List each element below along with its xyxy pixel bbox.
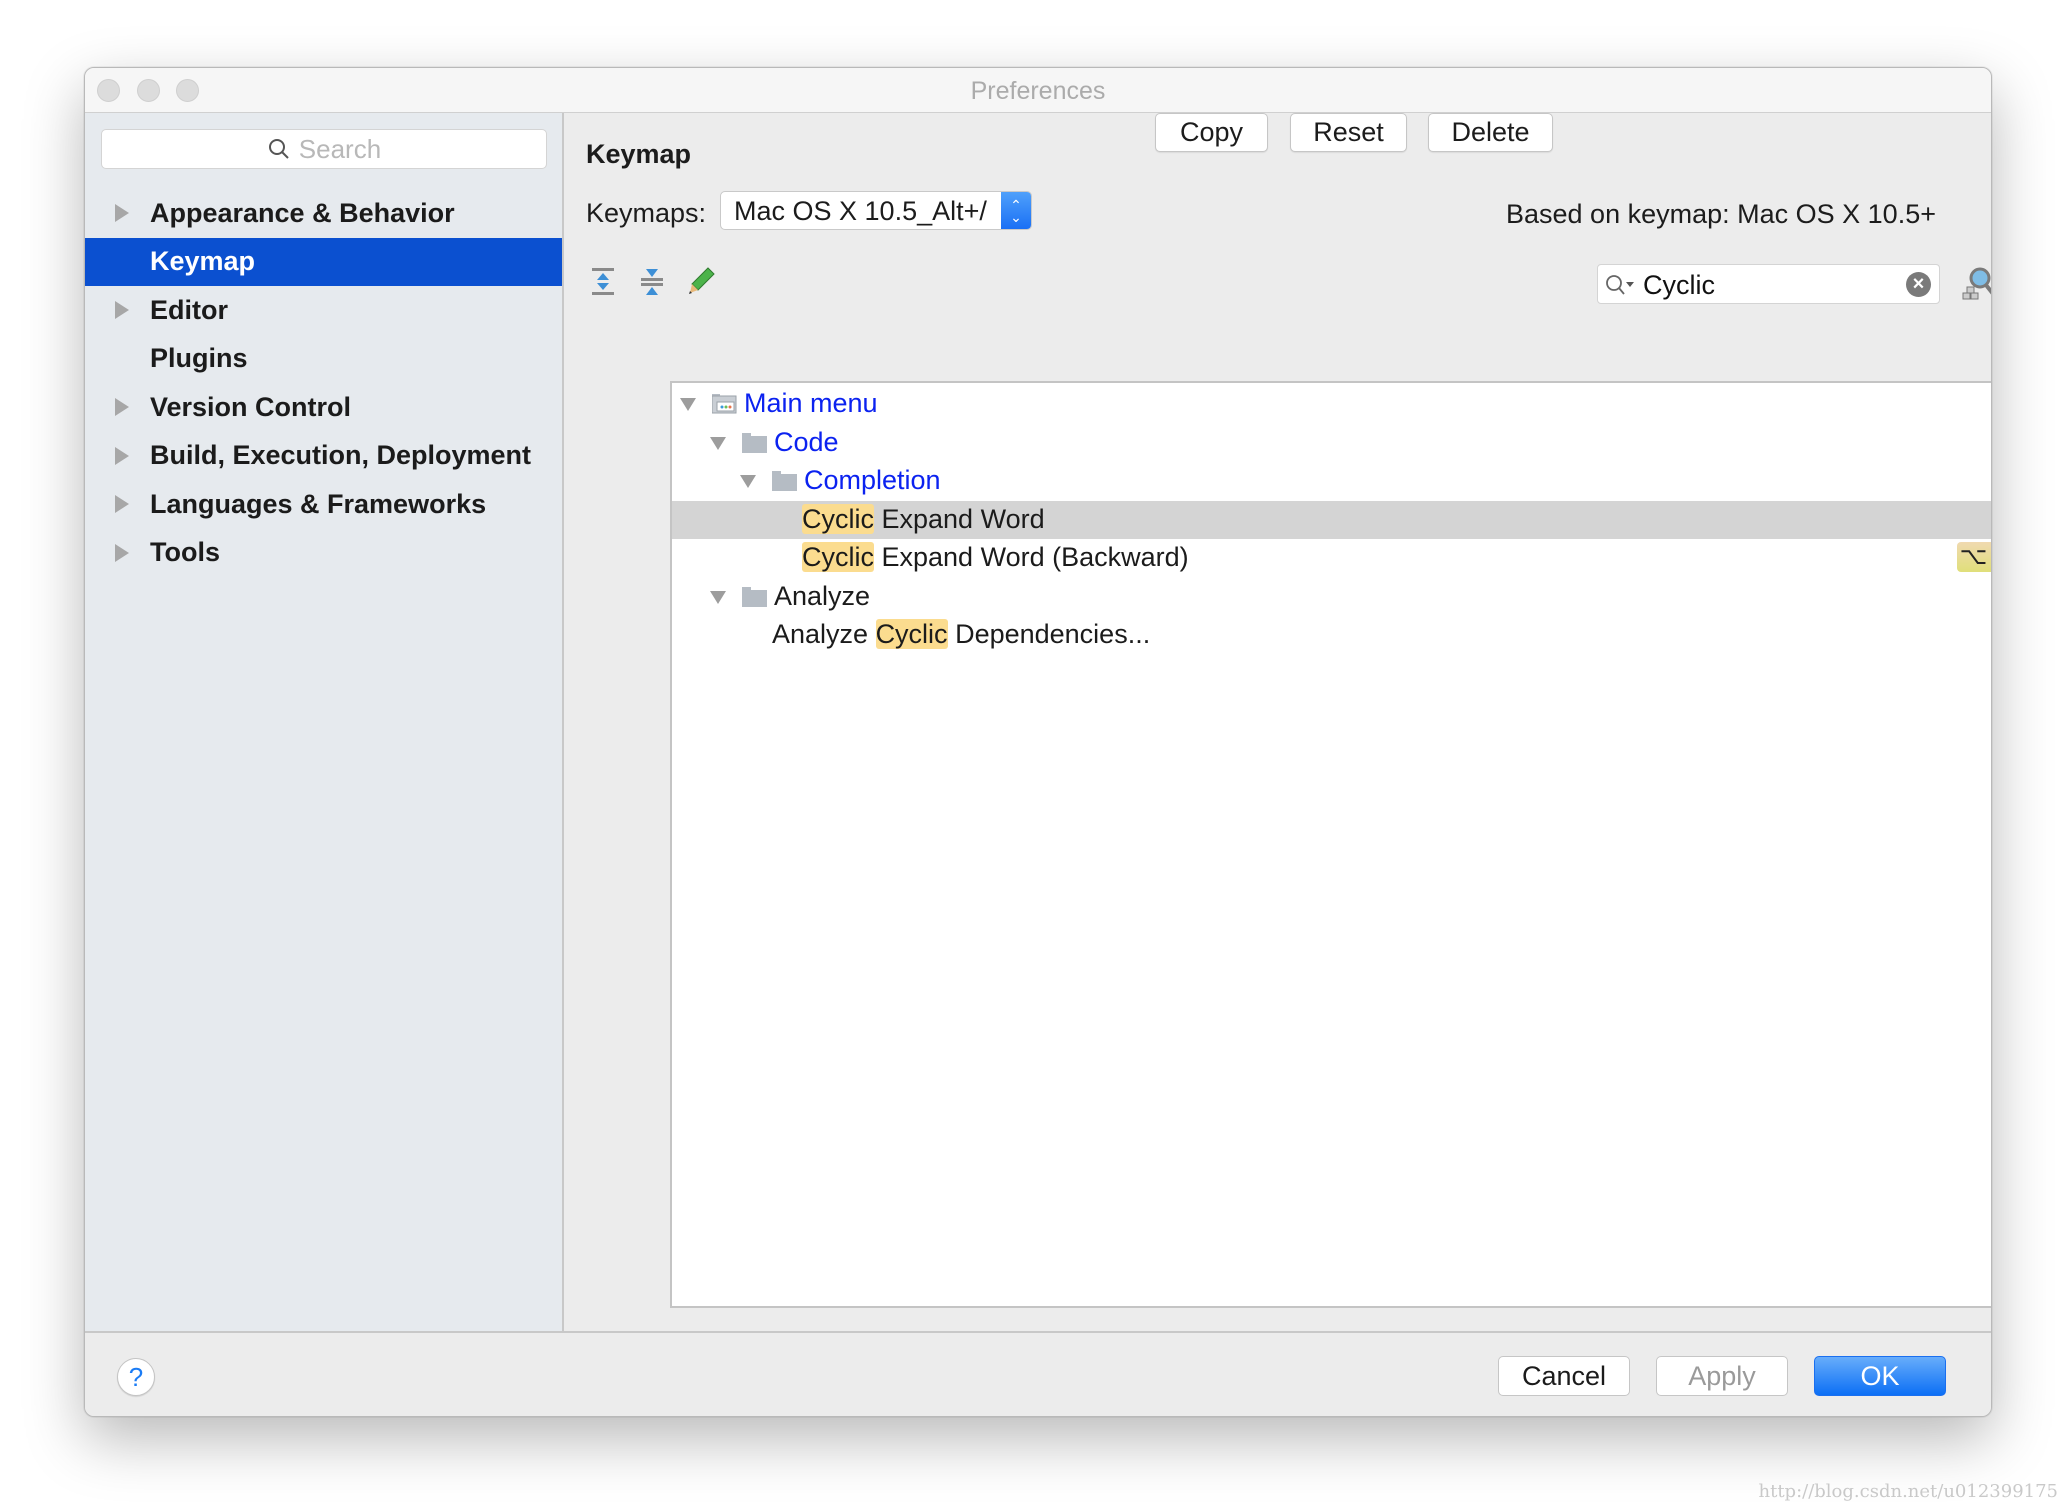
find-by-shortcut-icon[interactable]: [1961, 265, 1992, 301]
tree-row-label: Analyze Cyclic Dependencies...: [772, 619, 1150, 650]
settings-search-input[interactable]: Search: [101, 129, 547, 169]
expand-arrow-icon[interactable]: [115, 446, 129, 465]
search-icon: [268, 139, 289, 159]
sidebar-item-label: Appearance & Behavior: [150, 197, 455, 228]
copy-button[interactable]: Copy: [1155, 113, 1268, 152]
title-bar: Preferences: [85, 68, 1991, 113]
search-match-highlight: Cyclic: [802, 542, 874, 572]
expand-arrow-icon[interactable]: [115, 543, 129, 562]
collapse-arrow-icon[interactable]: [680, 398, 696, 411]
actions-tree: Main menu Code Completion Cyclic Expand Wor…: [670, 381, 1991, 1308]
sidebar-item-label: Editor: [150, 294, 228, 325]
sidebar-item-plugins[interactable]: Plugins: [85, 335, 562, 383]
expand-arrow-icon[interactable]: [115, 398, 129, 416]
collapse-arrow-icon[interactable]: [710, 590, 726, 604]
expand-all-icon[interactable]: [586, 264, 620, 298]
ok-button[interactable]: OK: [1814, 1356, 1946, 1396]
collapse-arrow-icon[interactable]: [710, 436, 726, 450]
expand-arrow-icon[interactable]: [115, 204, 129, 222]
sidebar-item-label: Build, Execution, Deployment: [150, 440, 532, 470]
chevron-up-down-icon[interactable]: ⌃ ⌄: [1001, 192, 1031, 229]
based-on-keymap-text: Based on keymap: Mac OS X 10.5+: [1506, 199, 1936, 229]
page-title: Keymap: [586, 139, 692, 169]
shortcut-badge: ⌥⇧/: [1956, 542, 1991, 572]
window-title: Preferences: [970, 77, 1106, 105]
keymap-select[interactable]: Mac OS X 10.5_Alt+/ ⌃ ⌄: [720, 191, 1032, 230]
search-placeholder: Search: [298, 133, 382, 164]
folder-icon: [742, 432, 767, 453]
sidebar-item-tools[interactable]: Tools: [85, 529, 562, 577]
apply-button[interactable]: Apply: [1656, 1356, 1788, 1396]
tree-row-label: Analyze: [774, 581, 870, 612]
sidebar-item-version-control[interactable]: Version Control: [85, 383, 562, 431]
help-button[interactable]: ?: [117, 1358, 155, 1396]
label-suffix: Expand Word (Backward): [874, 542, 1189, 572]
watermark-text: http://blog.csdn.net/u012399175: [1758, 1481, 2059, 1502]
search-match-highlight: Cyclic: [875, 619, 948, 649]
collapse-arrow-icon[interactable]: [740, 475, 756, 488]
main-menu-icon: [712, 394, 737, 414]
tree-row[interactable]: Code: [672, 424, 1991, 462]
tree-row[interactable]: Completion: [672, 462, 1991, 500]
tree-row[interactable]: Analyze: [672, 578, 1991, 616]
keymaps-label: Keymaps:: [586, 198, 707, 228]
collapse-all-icon[interactable]: [635, 264, 669, 298]
tree-row-label: Completion: [804, 465, 941, 496]
sidebar-item-label: Tools: [150, 537, 220, 567]
clear-filter-icon[interactable]: ×: [1906, 272, 1931, 297]
keymap-filter-input[interactable]: Cyclic ×: [1597, 264, 1940, 304]
filter-value: Cyclic: [1643, 270, 1715, 300]
tree-row-label: Code: [774, 427, 839, 458]
expand-arrow-icon[interactable]: [115, 495, 129, 513]
label-prefix: Analyze: [772, 619, 876, 649]
sidebar-item-keymap[interactable]: Keymap: [85, 237, 562, 286]
sidebar-item-appearance-behavior[interactable]: Appearance & Behavior: [85, 189, 562, 237]
label-suffix: Completion: [804, 465, 941, 495]
sidebar-item-label: Version Control: [150, 391, 352, 422]
folder-icon: [742, 586, 767, 607]
sidebar-item-label: Keymap: [150, 246, 256, 276]
search-match-highlight: Cyclic: [802, 503, 874, 534]
tree-row[interactable]: Main menu: [672, 385, 1991, 423]
tree-row[interactable]: Cyclic Expand Word: [672, 500, 1991, 539]
reset-button[interactable]: Reset: [1290, 113, 1407, 152]
tree-row-label: Cyclic Expand Word: [802, 503, 1045, 535]
label-suffix: Code: [774, 426, 839, 457]
sidebar-item-label: Languages & Frameworks: [150, 488, 487, 519]
keymap-select-value: Mac OS X 10.5_Alt+/: [734, 196, 987, 226]
label-suffix: Analyze: [774, 580, 871, 611]
tree-row[interactable]: Analyze Cyclic Dependencies...: [672, 616, 1991, 654]
preferences-window: Preferences Search Appearance & Behavior…: [84, 67, 1992, 1417]
keymap-panel: Keymap Keymaps: Mac OS X 10.5_Alt+/ ⌃ ⌄ C…: [564, 113, 1991, 1331]
pencil-icon[interactable]: [684, 264, 718, 298]
delete-button[interactable]: Delete: [1428, 113, 1553, 152]
cancel-button[interactable]: Cancel: [1498, 1356, 1630, 1396]
label-suffix: Expand Word: [874, 503, 1045, 534]
settings-sidebar: Search Appearance & Behavior Keymap Editor…: [85, 113, 564, 1331]
folder-icon: [772, 471, 797, 491]
search-options-icon[interactable]: [1604, 273, 1638, 297]
tree-row-label: Cyclic Expand Word (Backward): [802, 542, 1189, 573]
sidebar-item-label: Plugins: [150, 343, 248, 373]
sidebar-item-editor[interactable]: Editor: [85, 286, 562, 334]
label-suffix: Dependencies...: [947, 619, 1151, 649]
dialog-footer: ? Cancel Apply OK: [85, 1331, 1991, 1416]
sidebar-item-languages-frameworks[interactable]: Languages & Frameworks: [85, 480, 562, 528]
tree-row-label: Main menu: [744, 388, 878, 419]
expand-arrow-icon[interactable]: [115, 301, 129, 319]
sidebar-item-build-execution-deployment[interactable]: Build, Execution, Deployment: [85, 432, 562, 480]
tree-row[interactable]: Cyclic Expand Word (Backward) ⌥⇧/: [672, 539, 1991, 577]
label-suffix: Main menu: [744, 388, 878, 418]
